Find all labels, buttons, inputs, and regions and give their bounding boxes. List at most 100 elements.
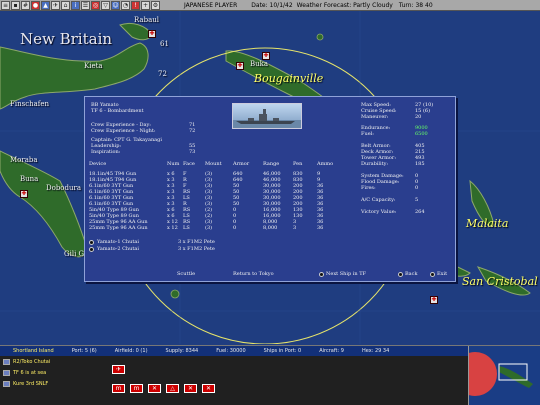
command-button-5[interactable]: ✕: [184, 384, 197, 393]
unit-list-item[interactable]: Kure 3rd SNLF: [3, 381, 48, 387]
next-ship-label: Next Ship in TF: [326, 271, 366, 277]
command-air-button[interactable]: ✈: [112, 365, 125, 374]
table-cell: 3: [293, 225, 297, 231]
supply-value: Supply: 8344: [165, 348, 199, 354]
alert-icon[interactable]: !: [131, 0, 140, 10]
command-button-4[interactable]: △: [166, 384, 179, 393]
task-force-icon: [3, 370, 10, 376]
stat-value: 0: [415, 185, 419, 191]
back-icon: [398, 271, 403, 277]
turn-label: Turn: 38 40: [398, 1, 433, 9]
label-moraba: Moraba: [10, 156, 38, 164]
inspiration-value: 73: [189, 149, 196, 155]
player-label: JAPANESE PLAYER: [184, 1, 238, 9]
table-cell: LS: [183, 225, 190, 231]
back-label: Back: [405, 271, 418, 277]
stat-value: 185: [415, 161, 425, 167]
label-buna: Buna: [20, 175, 39, 183]
base-info-bar: Shortland Island Port: 5 (6) Airfield: 0…: [0, 346, 468, 356]
table-cell: 36: [317, 225, 324, 231]
label-kieta: Kieta: [84, 62, 103, 70]
table-cell: (3): [205, 225, 213, 231]
command-button-2[interactable]: m: [130, 384, 143, 393]
bottom-panel: Shortland Island Port: 5 (6) Airfield: 0…: [0, 345, 540, 405]
unit-label: Kure 3rd SNLF: [13, 381, 49, 387]
stat-label: A/C Capacity:: [361, 197, 396, 203]
base-icon[interactable]: ⌂: [61, 0, 70, 10]
ship-portrait: [232, 103, 302, 129]
base-marker-buna[interactable]: ✚: [20, 190, 28, 198]
pilot-icon[interactable]: ☺: [111, 0, 120, 10]
exit-button[interactable]: Exit: [430, 271, 447, 277]
back-button[interactable]: Back: [398, 271, 418, 277]
menu-icon[interactable]: ≡: [1, 0, 10, 10]
table-cell: x 12: [167, 225, 178, 231]
mini-map[interactable]: [468, 346, 540, 405]
label-san-cristobal: San Cristobal: [462, 275, 538, 288]
unit-label: R2/Toko Chutai: [13, 359, 51, 365]
ship-info-panel: BB Yamato TF 6 - Bombardment Crew Experi…: [84, 96, 456, 282]
top-toolbar: ≡ ▪ # ● ▲ ✈ ⌂ i ☰ ◎ ▽ ☺ ◔ ! + ⚙ JAPANESE…: [0, 0, 540, 11]
ground-unit-icon: [3, 381, 10, 387]
aircraft-radio-icon[interactable]: [89, 246, 94, 252]
info-icon[interactable]: i: [71, 0, 80, 10]
aircraft-radio-icon[interactable]: [89, 239, 94, 245]
grid-icon[interactable]: #: [21, 0, 30, 10]
flag-icon[interactable]: ●: [31, 0, 40, 10]
scuttle-button[interactable]: Scuttle: [177, 271, 195, 277]
label-bougainville: Bougainville: [254, 72, 324, 85]
base-name[interactable]: Shortland Island: [13, 348, 54, 354]
stat-label: Fires:: [361, 185, 376, 191]
target-icon[interactable]: ◎: [91, 0, 100, 10]
command-button-1[interactable]: m: [112, 384, 125, 393]
ship-icon[interactable]: ▲: [41, 0, 50, 10]
base-marker-buka[interactable]: ✚: [236, 62, 244, 70]
next-ship-button[interactable]: Next Ship in TF: [319, 271, 366, 277]
aircraft-row[interactable]: Yamato-1 Chutai 3 x F1M2 Pete: [89, 239, 215, 245]
filter-icon[interactable]: ▽: [101, 0, 110, 10]
crew-night-value: 72: [189, 128, 196, 134]
aircraft-unit-count: 3 x F1M2 Pete: [178, 246, 215, 252]
base-marker-bougainville[interactable]: ✚: [262, 52, 270, 60]
label-finschafen: Finschafen: [10, 100, 50, 108]
clock-icon[interactable]: ◔: [121, 0, 130, 10]
zoom-icon[interactable]: +: [141, 0, 150, 10]
options-icon[interactable]: ⚙: [151, 0, 160, 10]
header-armor: Armor: [233, 161, 250, 167]
aircraft-unit-name: Yamato-2 Chutai: [97, 246, 139, 252]
command-button-6[interactable]: ✕: [202, 384, 215, 393]
table-cell: 8,000: [263, 225, 278, 231]
header-device: Device: [89, 161, 107, 167]
stat-value: 5: [415, 197, 419, 203]
stat-label: Victory Value:: [361, 209, 397, 215]
unit-list-item[interactable]: TF 6 is at sea: [3, 370, 46, 376]
stat-label: Fuel:: [361, 131, 374, 137]
stat-label: Durability:: [361, 161, 389, 167]
port-size: Port: 5 (6): [71, 348, 97, 354]
command-button-3[interactable]: ✕: [148, 384, 161, 393]
save-icon[interactable]: ▪: [11, 0, 20, 10]
plane-icon[interactable]: ✈: [51, 0, 60, 10]
weather-label: Weather Forecast: Partly Cloudy: [296, 1, 393, 9]
header-mount: Mount: [205, 161, 222, 167]
aircraft-row[interactable]: Yamato-2 Chutai 3 x F1M2 Pete: [89, 246, 215, 252]
header-num: Num: [167, 161, 180, 167]
unit-list-item[interactable]: R2/Toko Chutai: [3, 359, 50, 365]
table-row: 25mm Type 96 AA Gun x 12 LS (3) 0 8,000 3 36: [89, 225, 337, 231]
table-cell: 0: [233, 225, 237, 231]
stat-label: Maneuver:: [361, 114, 389, 120]
ships-in-port: Ships in Port: 0: [263, 348, 302, 354]
exit-label: Exit: [437, 271, 448, 277]
weapons-header-row: Device Num Face Mount Armor Range Pen Am…: [89, 161, 337, 167]
inspiration-label: Inspiration:: [91, 149, 121, 155]
label-rabaul: Rabaul: [134, 16, 160, 24]
next-ship-icon: [319, 271, 324, 277]
return-to-tokyo-button[interactable]: Return to Tokyo: [233, 271, 274, 277]
fuel-value: Fuel: 30000: [216, 348, 246, 354]
table-cell: 25mm Type 96 AA Gun: [89, 225, 148, 231]
label-buka: Buka: [250, 60, 269, 68]
aircraft-unit-name: Yamato-1 Chutai: [97, 239, 139, 245]
report-icon[interactable]: ☰: [81, 0, 90, 10]
base-marker-san-cristobal[interactable]: ✚: [430, 296, 438, 304]
base-marker-rabaul[interactable]: ✚: [148, 30, 156, 38]
